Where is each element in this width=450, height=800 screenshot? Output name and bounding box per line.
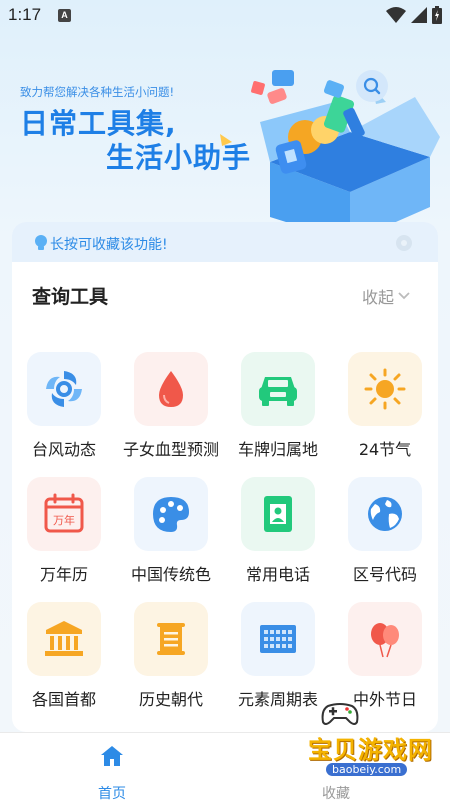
tool-area-code[interactable]: 区号代码 xyxy=(333,477,438,587)
home-icon xyxy=(101,746,123,766)
scroll-icon xyxy=(134,602,208,676)
contact-icon xyxy=(241,477,315,551)
palette-icon xyxy=(134,477,208,551)
collapse-button[interactable]: 收起 xyxy=(362,284,410,308)
hero-title-line2: 生活小助手 xyxy=(106,141,252,174)
tool-label: 常用电话 xyxy=(245,565,310,584)
balloons-icon xyxy=(348,602,422,676)
tool-solar-terms[interactable]: 24节气 xyxy=(333,352,438,462)
lightbulb-icon xyxy=(35,235,47,250)
section-title: 查询工具 xyxy=(32,286,109,308)
periodic-table-icon xyxy=(241,602,315,676)
watermark: 宝贝游戏网 baobeiy.com xyxy=(270,700,450,800)
tool-capitals[interactable]: 各国首都 xyxy=(12,602,119,712)
signal-icon xyxy=(411,7,427,23)
nav-home-label: 首页 xyxy=(98,786,126,800)
chevron-down-icon xyxy=(398,292,410,300)
hero-subtitle: 致力帮您解决各种生活小问题! xyxy=(20,85,175,99)
tool-phone-numbers[interactable]: 常用电话 xyxy=(226,477,333,587)
watermark-text: 宝贝游戏网 xyxy=(308,736,433,764)
tool-label: 历史朝代 xyxy=(138,690,203,709)
wifi-icon xyxy=(386,7,406,23)
calendar-icon: 万年 xyxy=(27,477,101,551)
search-button[interactable] xyxy=(356,70,388,102)
tool-label: 万年历 xyxy=(39,565,88,584)
tip-text: 长按可收藏该功能! xyxy=(50,237,168,253)
battery-icon xyxy=(432,6,442,24)
status-time: 1:17 xyxy=(8,5,42,24)
tool-label: 24节气 xyxy=(358,440,412,459)
search-icon xyxy=(363,77,381,95)
tool-label: 子女血型预测 xyxy=(122,440,219,459)
tool-label: 中国传统色 xyxy=(130,565,211,584)
tool-label: 车牌归属地 xyxy=(237,440,318,459)
gamepad-icon xyxy=(321,703,359,725)
typhoon-icon xyxy=(27,352,101,426)
calendar-icon-text: 万年 xyxy=(53,513,75,527)
tool-dynasties[interactable]: 历史朝代 xyxy=(119,602,226,712)
tip-bar: 长按可收藏该功能! xyxy=(12,222,438,262)
globe-icon xyxy=(348,477,422,551)
watermark-url: baobeiy.com xyxy=(326,763,408,776)
sun-icon xyxy=(348,352,422,426)
tool-label: 各国首都 xyxy=(31,690,96,709)
tool-festivals[interactable]: 中外节日 xyxy=(333,602,438,712)
tool-label: 台风动态 xyxy=(31,440,96,459)
tool-traditional-colors[interactable]: 中国传统色 xyxy=(119,477,226,587)
notification-icon: A xyxy=(58,9,71,22)
tool-blood-type[interactable]: 子女血型预测 xyxy=(119,352,226,462)
tool-typhoon[interactable]: 台风动态 xyxy=(12,352,119,462)
tools-card: 长按可收藏该功能! 查询工具 收起 台风动态 子女血型预测 车牌归属地 24节气… xyxy=(12,222,438,732)
nav-home[interactable]: 首页 xyxy=(82,739,142,800)
tool-license-plate[interactable]: 车牌归属地 xyxy=(226,352,333,462)
car-icon xyxy=(241,352,315,426)
status-bar: 1:17 A xyxy=(0,0,450,32)
tip-close-button[interactable] xyxy=(396,235,412,251)
tool-label: 区号代码 xyxy=(352,565,417,584)
tool-periodic-table[interactable]: 元素周期表 xyxy=(226,602,333,712)
tool-calendar[interactable]: 万年 万年历 xyxy=(12,477,119,587)
hero-banner: 致力帮您解决各种生活小问题! 日常工具集, 生活小助手 xyxy=(0,32,450,242)
capital-building-icon xyxy=(27,602,101,676)
blood-drop-icon xyxy=(134,352,208,426)
collapse-label: 收起 xyxy=(362,288,395,307)
